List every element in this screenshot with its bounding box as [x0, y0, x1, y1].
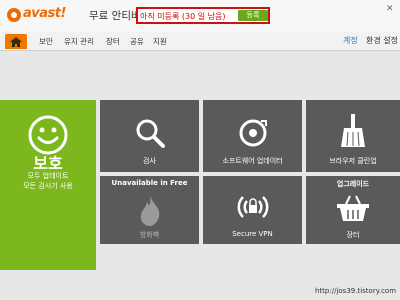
nav-item-support[interactable]: 지원	[153, 36, 167, 47]
browser-cleanup-label: 브라우저 클린업	[329, 157, 377, 165]
nav-item-share[interactable]: 공유	[130, 36, 144, 47]
nav-item-store[interactable]: 장터	[106, 36, 120, 47]
status-line-shields: 모든 감시기 사용	[23, 182, 73, 190]
nav-item-security[interactable]: 보안	[39, 36, 53, 47]
software-updater-label: 소프트웨어 업데이터	[222, 157, 283, 165]
registration-status-text: 아직 미등록 (30 일 남음)	[140, 12, 226, 21]
status-line-updated: 모두 업데이트	[27, 172, 69, 180]
account-link[interactable]: 계정	[343, 35, 358, 46]
protection-status-tile[interactable]: 보호 모두 업데이트 모든 감시기 사용	[0, 100, 96, 270]
brand-logo-text: avast!	[23, 6, 66, 21]
register-button[interactable]: 등록	[238, 10, 268, 21]
flame-icon	[140, 196, 159, 226]
close-window-icon[interactable]: ✕	[386, 4, 398, 14]
store-label: 장터	[346, 231, 360, 239]
scan-label: 검사	[143, 157, 156, 165]
secure-vpn-label: Secure VPN	[232, 230, 273, 238]
browser-cleanup-tile[interactable]: 브라우저 클린업	[306, 100, 400, 172]
firewall-unavailable-badge: Unavailable in Free	[111, 179, 188, 187]
title-bar: avast! 무료 안티바이러스 아직 미등록 (30 일 남음) 등록 ✕	[0, 0, 400, 32]
software-updater-tile[interactable]: 소프트웨어 업데이터	[203, 100, 302, 172]
store-tile[interactable]: 업그레이드 장터	[306, 176, 400, 244]
upgrade-badge: 업그레이드	[336, 180, 370, 188]
broom-icon	[341, 114, 365, 147]
registration-notice: 아직 미등록 (30 일 남음) 등록	[136, 7, 270, 24]
shopping-basket-icon	[337, 195, 369, 221]
magnifier-icon	[136, 119, 165, 148]
home-tab[interactable]	[5, 34, 27, 49]
nav-bar: 보안 유지 관리 장터 공유 지원 계정 환경 설정	[0, 32, 400, 51]
firewall-label: 방화벽	[139, 231, 160, 239]
watermark-url: http://jos39.tistory.com	[315, 287, 397, 295]
settings-link[interactable]: 환경 설정	[366, 35, 398, 46]
wifi-lock-icon	[237, 196, 268, 218]
home-icon	[10, 37, 22, 47]
secure-vpn-tile[interactable]: Secure VPN	[203, 176, 302, 244]
nav-item-maintenance[interactable]: 유지 관리	[64, 36, 94, 47]
firewall-tile[interactable]: Unavailable in Free 방화벽	[100, 176, 199, 244]
disc-update-icon	[239, 119, 267, 147]
avast-logo-icon	[7, 8, 21, 22]
footer-area	[0, 270, 400, 300]
scan-tile[interactable]: 검사	[100, 100, 199, 172]
